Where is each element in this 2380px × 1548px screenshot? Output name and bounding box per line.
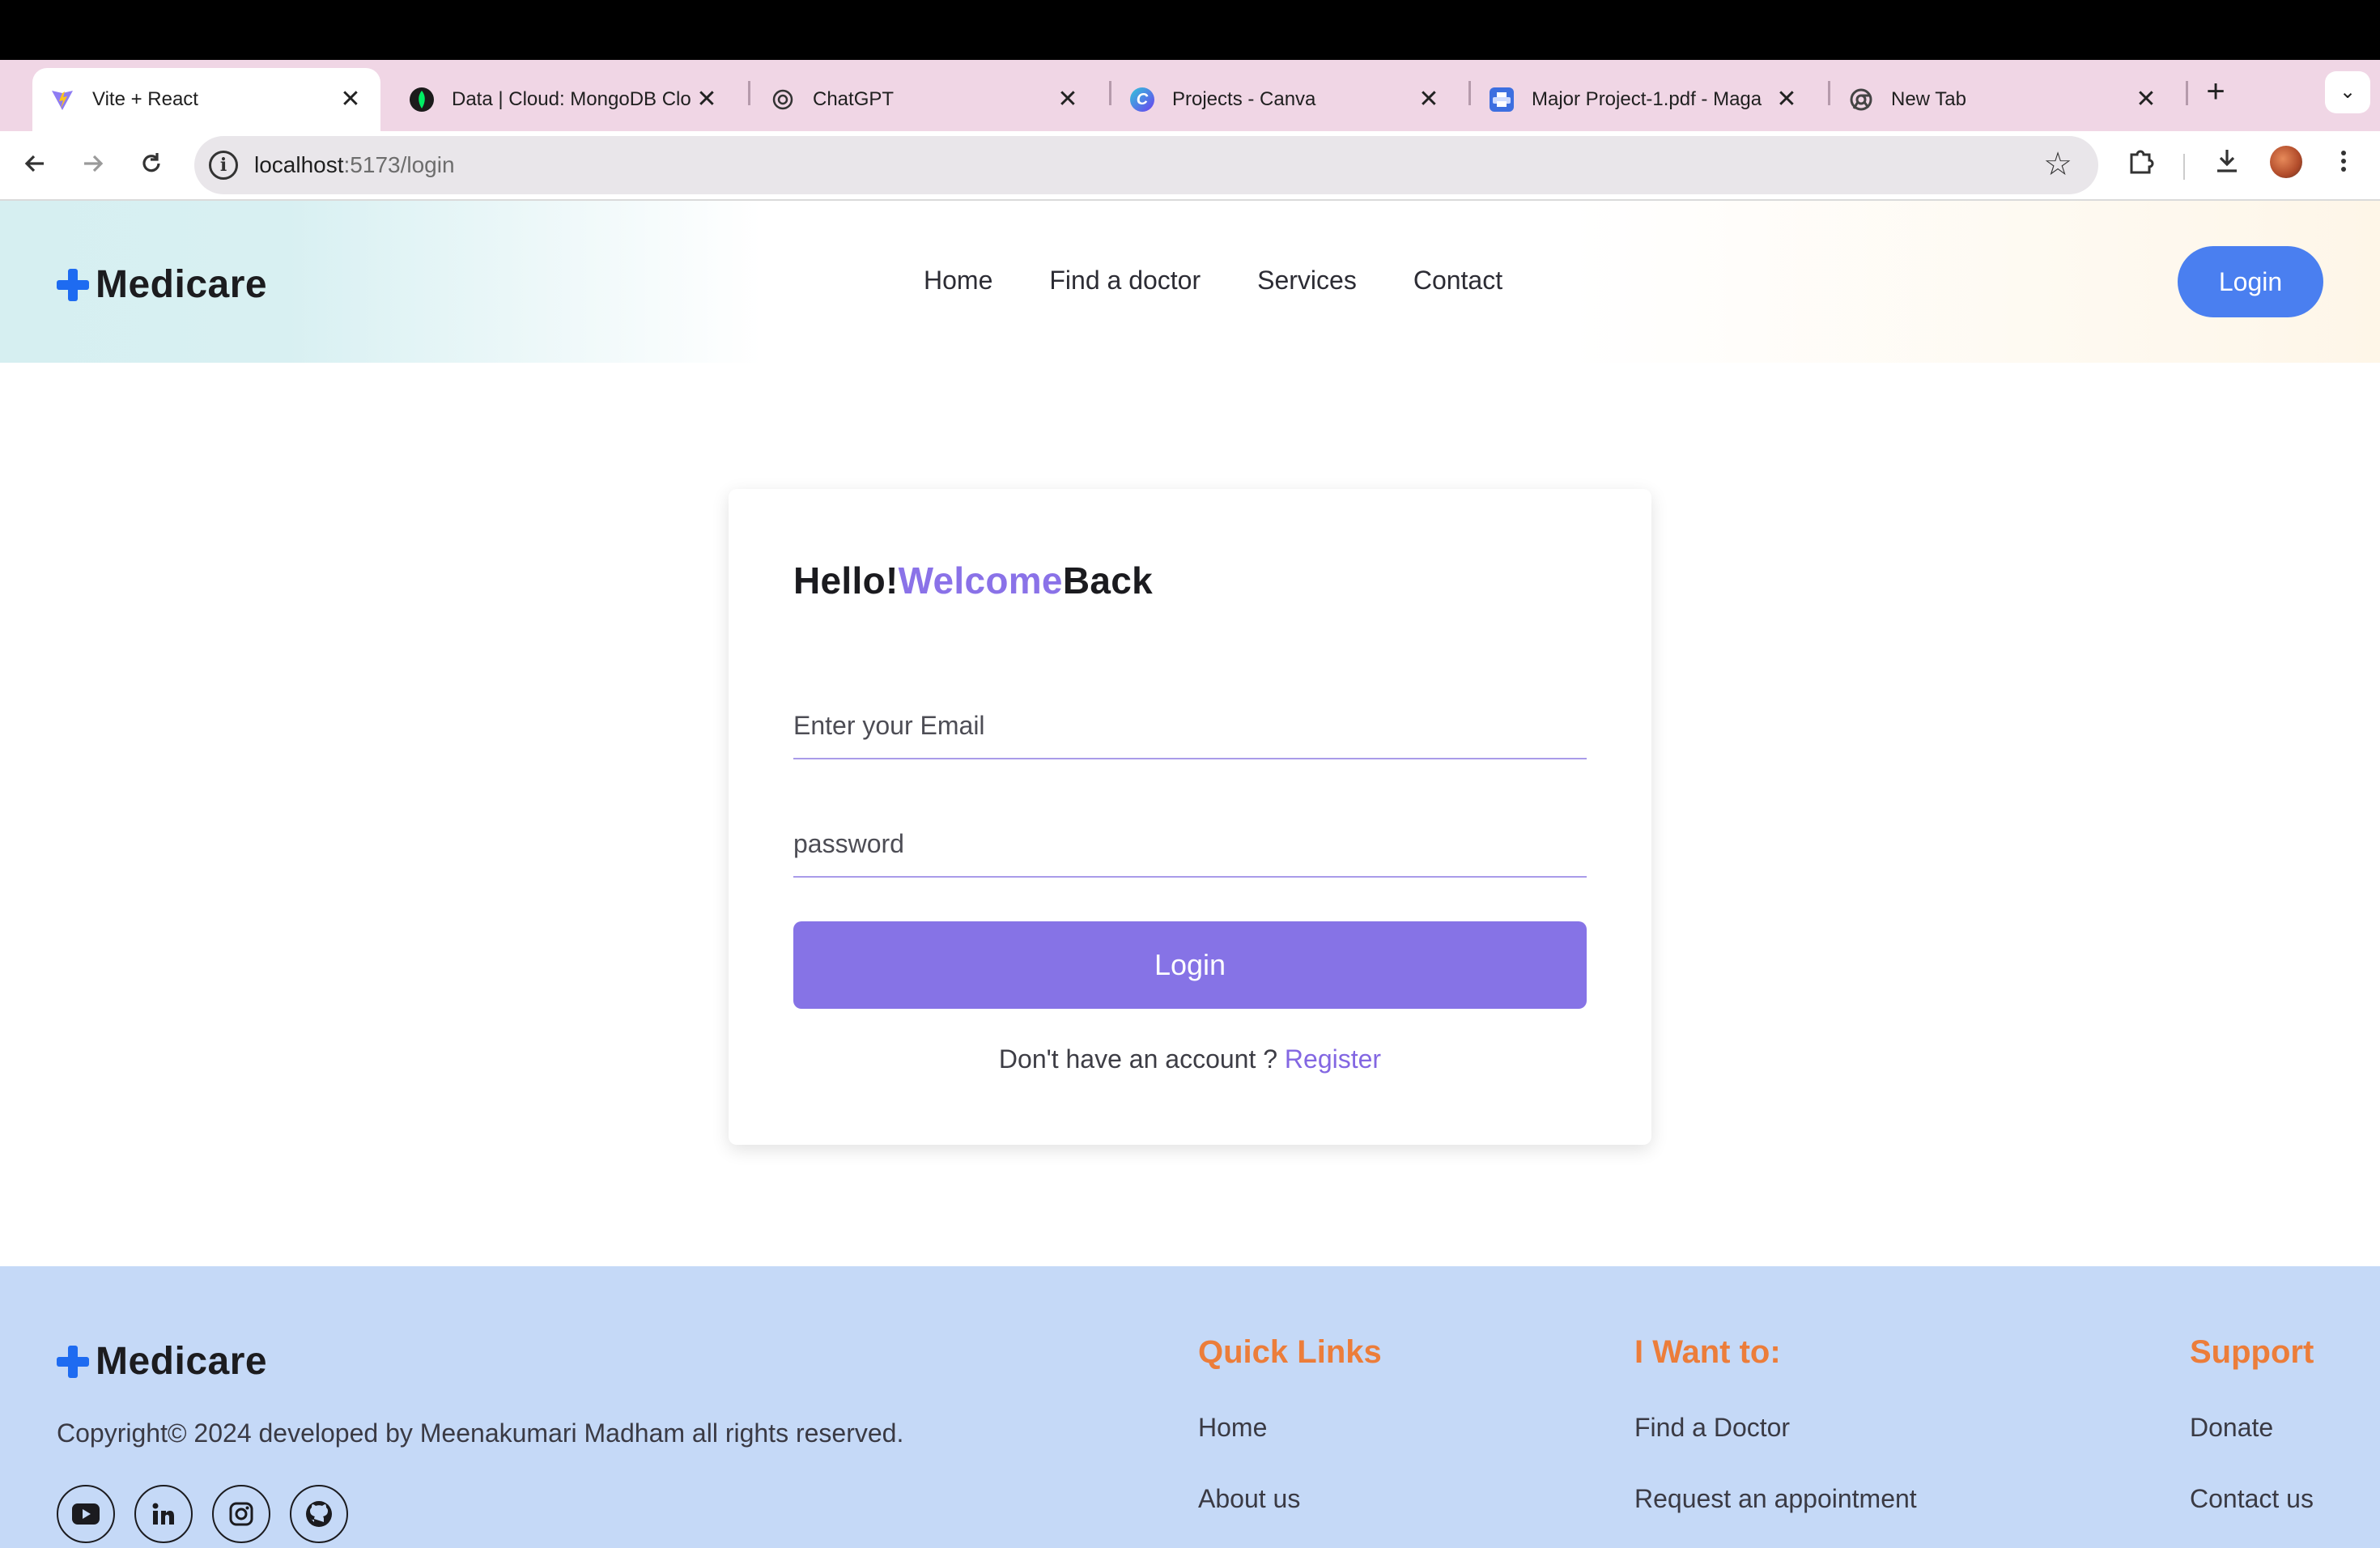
register-prompt: Don't have an account ? Register [729,1044,1651,1074]
pdf-printer-icon [1490,87,1514,112]
quick-links-heading: Quick Links [1198,1334,1382,1370]
tab-title: Data | Cloud: MongoDB Clo [452,88,691,110]
new-tab-button[interactable]: + [2198,74,2233,110]
nav-home[interactable]: Home [924,266,992,296]
youtube-icon[interactable] [57,1485,115,1543]
tab-separator [1109,81,1111,105]
forward-arrow-icon[interactable] [74,147,112,185]
footer-link-request-appointment[interactable]: Request an appointment [1634,1484,1917,1548]
medical-cross-icon [57,1345,89,1378]
url-path: :5173/login [343,152,455,177]
logo-text: Medicare [96,263,268,306]
tab-close-icon[interactable]: ✕ [2134,87,2158,112]
header-login-button[interactable]: Login [2178,246,2323,317]
instagram-icon[interactable] [212,1485,270,1543]
register-link[interactable]: Register [1285,1044,1381,1074]
site-footer: Medicare Copyright© 2024 developed by Me… [0,1266,2380,1548]
tab-title: Major Project-1.pdf - Maga [1532,88,1762,110]
tab-separator [1828,81,1830,105]
linkedin-icon[interactable] [134,1485,193,1543]
support-heading: Support [2190,1334,2314,1370]
tab-canva[interactable]: C Projects - Canva ✕ [1112,68,1459,131]
tab-chatgpt[interactable]: ChatGPT ✕ [753,68,1098,131]
site-info-icon[interactable]: i [209,151,238,180]
medical-cross-icon [57,268,89,301]
footer-logo-text: Medicare [96,1340,268,1383]
site-logo[interactable]: Medicare [57,262,267,307]
toolbar-divider [2183,154,2185,180]
os-menu-bar [0,0,2380,60]
password-field[interactable] [793,811,1587,878]
tab-close-icon[interactable]: ✕ [1056,87,1080,112]
url-host: localhost [254,152,344,177]
heading-hello: Hello! [793,559,899,602]
tab-close-icon[interactable]: ✕ [695,87,719,112]
kebab-menu-icon[interactable] [2323,146,2364,186]
copyright-text: Copyright© 2024 developed by Meenakumari… [57,1418,904,1448]
welcome-heading: Hello!WelcomeBack [793,559,1153,602]
footer-quick-links: Quick Links Home About us [1198,1334,1382,1548]
tab-close-icon[interactable]: ✕ [338,87,363,112]
tab-close-icon[interactable]: ✕ [1774,87,1799,112]
i-want-to-heading: I Want to: [1634,1334,1781,1370]
tab-separator [748,81,750,105]
site-header: Medicare Home Find a doctor Services Con… [0,201,2380,363]
footer-link-about-us[interactable]: About us [1198,1484,1382,1548]
footer-i-want-to: I Want to: Find a Doctor Request an appo… [1634,1334,1917,1548]
back-arrow-icon[interactable] [16,147,53,185]
tab-close-icon[interactable]: ✕ [1417,87,1441,112]
tab-pdf[interactable]: Major Project-1.pdf - Maga ✕ [1472,68,1817,131]
download-icon[interactable] [2207,146,2247,186]
footer-link-contact-us[interactable]: Contact us [2190,1484,2314,1548]
reload-icon[interactable] [133,147,170,185]
canva-icon: C [1130,87,1154,112]
tab-separator [2186,81,2188,105]
email-field[interactable] [793,693,1587,759]
main-nav: Home Find a doctor Services Contact [924,266,1559,296]
footer-support: Support Donate Contact us [2190,1334,2314,1548]
github-icon[interactable] [290,1485,348,1543]
vite-icon [50,87,74,112]
tab-mongodb[interactable]: Data | Cloud: MongoDB Clo ✕ [392,68,737,131]
mongodb-leaf-icon [410,87,434,112]
chrome-icon [1849,87,1873,112]
footer-link-home[interactable]: Home [1198,1413,1382,1484]
url-text: localhost:5173/login [254,152,455,178]
login-submit-button[interactable]: Login [793,921,1587,1009]
no-account-text: Don't have an account ? [998,1044,1278,1074]
tab-title: Projects - Canva [1172,88,1316,110]
tab-separator [1468,81,1471,105]
profile-avatar[interactable] [2270,146,2302,178]
heading-welcome: Welcome [898,559,1063,602]
footer-link-donate[interactable]: Donate [2190,1413,2314,1484]
tab-title: New Tab [1891,88,1966,110]
tab-search-chevron-icon[interactable]: ⌄ [2325,71,2370,113]
extensions-puzzle-icon[interactable] [2121,146,2161,186]
nav-services[interactable]: Services [1257,266,1357,296]
browser-toolbar: i localhost:5173/login ☆ [0,131,2380,201]
tab-vite-react[interactable]: Vite + React ✕ [32,68,380,131]
tab-title: ChatGPT [813,88,895,110]
address-bar[interactable]: i localhost:5173/login ☆ [194,136,2098,194]
heading-back: Back [1062,559,1153,602]
footer-link-find-a-doctor[interactable]: Find a Doctor [1634,1413,1917,1484]
nav-find-a-doctor[interactable]: Find a doctor [1049,266,1201,296]
nav-contact[interactable]: Contact [1413,266,1502,296]
footer-logo[interactable]: Medicare [57,1339,267,1384]
login-card: Hello!WelcomeBack Login Don't have an ac… [729,489,1651,1145]
chatgpt-icon [771,87,795,112]
bookmark-star-icon[interactable]: ☆ [2043,146,2072,183]
tab-new-tab[interactable]: New Tab ✕ [1831,68,2176,131]
social-links [57,1485,348,1543]
tab-title: Vite + React [92,88,198,110]
